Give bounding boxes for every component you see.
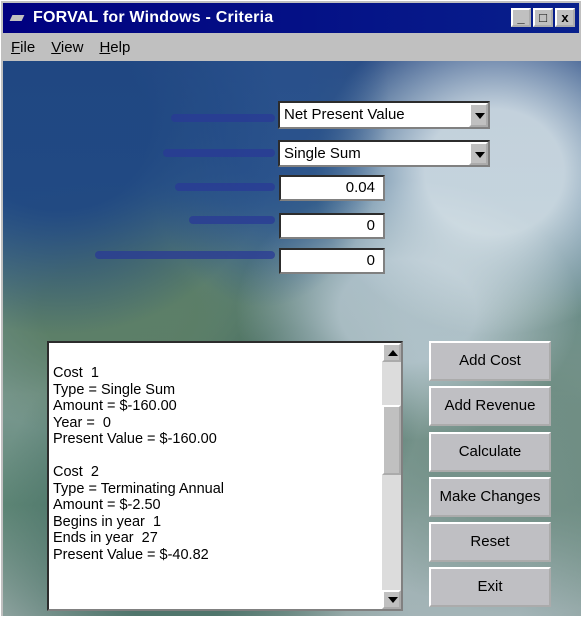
- add-cost-button[interactable]: Add Cost: [429, 341, 551, 381]
- app-icon[interactable]: [11, 13, 25, 23]
- field-label-2: [163, 149, 275, 157]
- analysis-type-select[interactable]: Net Present Value: [278, 101, 490, 129]
- minimize-button[interactable]: _: [511, 8, 531, 27]
- scroll-up-button[interactable]: [382, 343, 401, 362]
- results-lines: Cost 1 Type = Single Sum Amount = $-160.00…: [53, 365, 224, 563]
- window-title: FORVAL for Windows - Criteria: [33, 9, 274, 26]
- close-button[interactable]: x: [555, 8, 575, 27]
- menu-bar: File View Help: [3, 35, 579, 59]
- reset-label: Reset: [470, 533, 510, 550]
- title-bar[interactable]: FORVAL for Windows - Criteria _ □ x: [3, 3, 579, 33]
- calculate-label: Calculate: [458, 443, 522, 460]
- reset-button[interactable]: Reset: [429, 522, 551, 562]
- make-changes-label: Make Changes: [439, 488, 541, 505]
- field-label-1: [171, 114, 275, 122]
- results-line: Begins in year 1: [53, 513, 162, 530]
- add-revenue-label: Add Revenue: [444, 397, 536, 414]
- field-label-5: [95, 251, 275, 259]
- criteria-field-three[interactable]: 0: [279, 248, 385, 274]
- results-listbox[interactable]: Cost 1 Type = Single Sum Amount = $-160.00…: [47, 341, 403, 611]
- add-cost-label: Add Cost: [459, 352, 521, 369]
- scroll-down-button[interactable]: [382, 590, 401, 609]
- interest-rate-field[interactable]: 0.04: [279, 175, 385, 201]
- results-scrollbar[interactable]: [382, 343, 401, 609]
- analysis-type-value: Net Present Value: [284, 106, 405, 123]
- field-label-3: [175, 183, 275, 191]
- forval-criteria-window: FORVAL for Windows - Criteria _ □ x File…: [0, 0, 582, 617]
- menu-file[interactable]: File: [11, 39, 35, 56]
- results-line: Present Value = $-40.82: [53, 546, 209, 563]
- scroll-thumb[interactable]: [382, 405, 401, 475]
- payment-type-value: Single Sum: [284, 145, 361, 162]
- results-line: Cost 2: [53, 464, 99, 480]
- calculate-button[interactable]: Calculate: [429, 432, 551, 472]
- menu-help[interactable]: Help: [99, 39, 130, 56]
- maximize-button[interactable]: □: [533, 8, 553, 27]
- results-line: Amount = $-2.50: [53, 497, 161, 513]
- results-line: Ends in year 27: [53, 530, 158, 546]
- results-line: Year = 0: [53, 414, 111, 431]
- results-line: [53, 448, 224, 465]
- criteria-field-two[interactable]: 0: [279, 213, 385, 239]
- chevron-down-icon[interactable]: [469, 142, 488, 165]
- criteria-panel: Net Present Value Single Sum 0.04 0 0 Co…: [3, 61, 581, 616]
- field-label-4: [189, 216, 275, 224]
- payment-type-select[interactable]: Single Sum: [278, 140, 490, 167]
- window-controls: _ □ x: [511, 8, 575, 27]
- results-line: Amount = $-160.00: [53, 398, 177, 414]
- exit-button[interactable]: Exit: [429, 567, 551, 607]
- make-changes-button[interactable]: Make Changes: [429, 477, 551, 517]
- chevron-down-icon[interactable]: [469, 103, 488, 127]
- menu-view[interactable]: View: [51, 39, 83, 56]
- results-line: Cost 1: [53, 365, 99, 381]
- exit-label: Exit: [477, 578, 503, 595]
- results-line: Present Value = $-160.00: [53, 431, 217, 447]
- results-line: Type = Terminating Annual: [53, 480, 225, 497]
- results-line: Type = Single Sum: [53, 381, 176, 398]
- add-revenue-button[interactable]: Add Revenue: [429, 386, 551, 426]
